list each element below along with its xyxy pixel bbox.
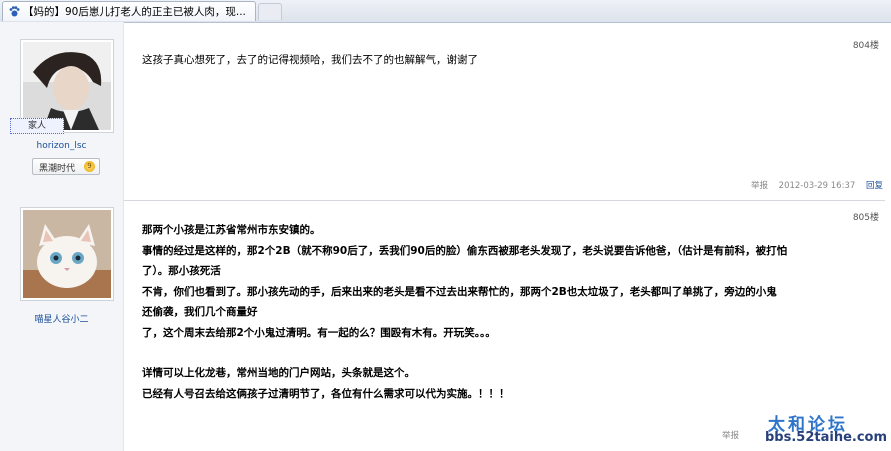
author-panel: 喵星人谷小二 <box>0 200 124 451</box>
paw-favicon-icon <box>9 6 20 17</box>
rank-level-icon: 9 <box>84 161 95 172</box>
avatar[interactable] <box>23 42 111 130</box>
author-username[interactable]: horizon_lsc <box>0 141 123 151</box>
post-text-line: 不肯，你们也看到了。那小孩先动的手，后来出来的老头是看不过去出来帮忙的，那两个2… <box>142 285 777 298</box>
post-text-line: 了，这个周末去给那2个小鬼过清明。有一起的么？围殴有木有。开玩笑。。。 <box>142 326 496 339</box>
browser-tab-strip: 【妈的】90后崽儿打老人的正主已被人肉，现... <box>0 0 891 23</box>
forum-post: 家人 horizon_lsc 黑潮时代 9 804楼 这孩子真心想死了，去了的记… <box>0 22 891 200</box>
forum-post: 喵星人谷小二 805楼 那两个小孩是江苏省常州市东安镇的。 事情的经过是这样的，… <box>0 200 891 451</box>
post-text-line: 了）。那小孩死活 <box>142 265 221 277</box>
avatar-frame <box>20 207 114 301</box>
reply-link[interactable]: 回复 <box>866 181 883 191</box>
new-tab-button[interactable] <box>258 3 282 20</box>
report-link[interactable]: 举报 <box>722 431 739 441</box>
post-timestamp: 2012-03-29 16:37 <box>778 181 856 191</box>
watermark-url: bbs.52taihe.com <box>765 430 888 445</box>
floor-number: 804楼 <box>852 41 879 51</box>
post-text-line: 事情的经过是这样的，那2个2B（就不称90后了，丢我们90后的脸）偷东西被那老头… <box>142 244 788 257</box>
report-link[interactable]: 举报 <box>751 181 768 191</box>
author-panel: 家人 horizon_lsc 黑潮时代 9 <box>0 22 124 200</box>
post-meta: 举报 2012-03-29 16:37 回复 <box>743 179 883 191</box>
post-text-line: 这孩子真心想死了，去了的记得视频哈，我们去不了的也解解气，谢谢了 <box>142 54 478 66</box>
role-tag: 家人 <box>10 118 64 134</box>
author-username[interactable]: 喵星人谷小二 <box>0 312 123 325</box>
rank-label: 黑潮时代 <box>39 164 76 174</box>
post-text-line: 详情可以上化龙巷，常州当地的门户网站，头条就是这个。 <box>142 367 415 379</box>
post-text-line: 还偷袭，我们几个商量好 <box>142 306 258 318</box>
browser-tab-title: 【妈的】90后崽儿打老人的正主已被人肉，现... <box>23 6 246 18</box>
post-content: 那两个小孩是江苏省常州市东安镇的。 事情的经过是这样的，那2个2B（就不称90后… <box>142 220 882 404</box>
post-text-line: 已经有人号召去给这俩孩子过清明节了，各位有什么需求可以代为实施。！！！ <box>142 387 510 400</box>
post-text-line: 那两个小孩是江苏省常州市东安镇的。 <box>142 224 321 236</box>
forum-watermark: 太和论坛 bbs.52taihe.com <box>762 410 887 448</box>
post-meta: 举报 <box>714 429 739 441</box>
post-divider <box>6 200 885 201</box>
rank-badge: 黑潮时代 9 <box>32 158 100 175</box>
avatar[interactable] <box>23 210 111 298</box>
post-content: 这孩子真心想死了，去了的记得视频哈，我们去不了的也解解气，谢谢了 <box>142 51 882 69</box>
browser-tab[interactable]: 【妈的】90后崽儿打老人的正主已被人肉，现... <box>2 1 256 21</box>
